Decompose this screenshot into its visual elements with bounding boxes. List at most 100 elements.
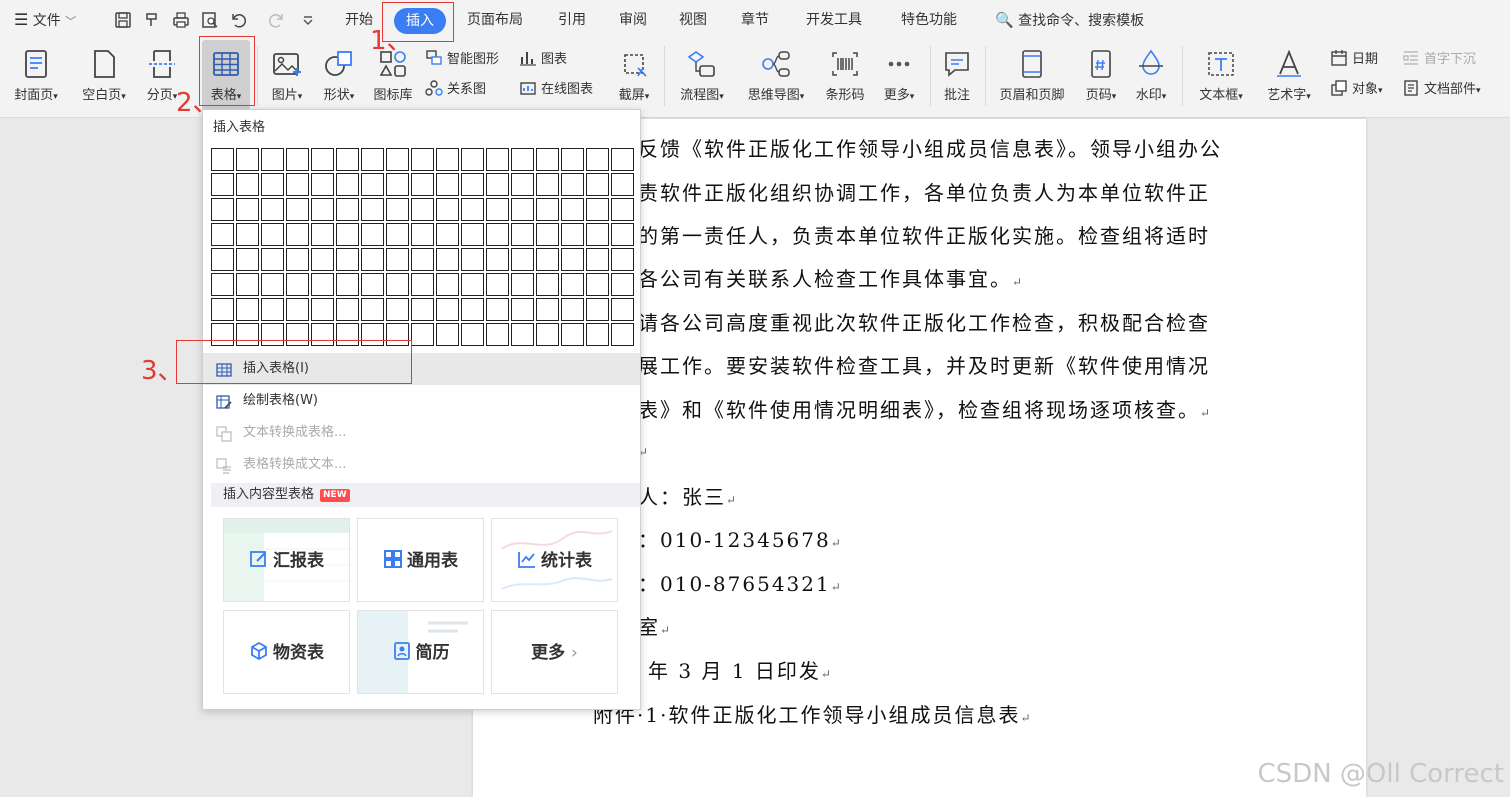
- general-table-card[interactable]: 通用表: [357, 518, 484, 602]
- redo-icon[interactable]: [266, 10, 286, 30]
- grid-cell[interactable]: [211, 248, 234, 271]
- grid-cell[interactable]: [436, 273, 459, 296]
- grid-cell[interactable]: [461, 273, 484, 296]
- grid-cell[interactable]: [311, 198, 334, 221]
- grid-cell[interactable]: [461, 248, 484, 271]
- text-box-button[interactable]: 文本框▾: [1190, 40, 1252, 110]
- watermark-button[interactable]: 水印▾: [1128, 40, 1174, 110]
- resume-card[interactable]: 简历: [357, 610, 484, 694]
- tab-view[interactable]: 视图: [679, 0, 707, 40]
- grid-cell[interactable]: [386, 223, 409, 246]
- grid-cell[interactable]: [461, 223, 484, 246]
- grid-cell[interactable]: [486, 323, 509, 346]
- grid-cell[interactable]: [561, 148, 584, 171]
- grid-cell[interactable]: [386, 173, 409, 196]
- grid-cell[interactable]: [561, 273, 584, 296]
- grid-cell[interactable]: [386, 273, 409, 296]
- grid-cell[interactable]: [386, 148, 409, 171]
- undo-icon[interactable]: [229, 10, 249, 30]
- grid-cell[interactable]: [511, 273, 534, 296]
- grid-cell[interactable]: [536, 148, 559, 171]
- grid-cell[interactable]: [286, 198, 309, 221]
- grid-cell[interactable]: [561, 298, 584, 321]
- grid-cell[interactable]: [511, 198, 534, 221]
- grid-cell[interactable]: [611, 223, 634, 246]
- document-parts-button[interactable]: 文档部件▾: [1402, 78, 1481, 102]
- grid-cell[interactable]: [436, 248, 459, 271]
- online-chart-button[interactable]: 在线图表: [519, 78, 593, 102]
- grid-cell[interactable]: [511, 223, 534, 246]
- grid-cell[interactable]: [336, 248, 359, 271]
- grid-cell[interactable]: [486, 198, 509, 221]
- grid-cell[interactable]: [211, 173, 234, 196]
- grid-cell[interactable]: [461, 198, 484, 221]
- save-icon[interactable]: [113, 10, 133, 30]
- grid-cell[interactable]: [286, 248, 309, 271]
- grid-cell[interactable]: [361, 198, 384, 221]
- grid-cell[interactable]: [211, 273, 234, 296]
- shape-button[interactable]: 形状▾: [316, 40, 362, 110]
- grid-cell[interactable]: [236, 173, 259, 196]
- cover-page-button[interactable]: 封面页▾: [6, 40, 66, 110]
- tab-developer[interactable]: 开发工具: [806, 0, 862, 40]
- grid-cell[interactable]: [411, 248, 434, 271]
- comment-button[interactable]: 批注: [936, 40, 978, 110]
- grid-cell[interactable]: [411, 148, 434, 171]
- grid-cell[interactable]: [261, 173, 284, 196]
- grid-cell[interactable]: [261, 273, 284, 296]
- grid-cell[interactable]: [336, 198, 359, 221]
- grid-cell[interactable]: [536, 323, 559, 346]
- grid-cell[interactable]: [236, 198, 259, 221]
- more-templates-card[interactable]: 更多 ›: [491, 610, 618, 694]
- grid-cell[interactable]: [386, 248, 409, 271]
- grid-cell[interactable]: [486, 273, 509, 296]
- grid-cell[interactable]: [561, 198, 584, 221]
- picture-button[interactable]: 图片▾: [264, 40, 310, 110]
- format-painter-icon[interactable]: [142, 10, 162, 30]
- grid-cell[interactable]: [336, 298, 359, 321]
- print-icon[interactable]: [171, 10, 191, 30]
- grid-cell[interactable]: [311, 173, 334, 196]
- grid-cell[interactable]: [236, 273, 259, 296]
- print-preview-icon[interactable]: [200, 10, 220, 30]
- grid-cell[interactable]: [436, 298, 459, 321]
- word-art-button[interactable]: 艺术字▾: [1258, 40, 1320, 110]
- grid-cell[interactable]: [461, 298, 484, 321]
- grid-cell[interactable]: [236, 248, 259, 271]
- grid-cell[interactable]: [511, 248, 534, 271]
- grid-cell[interactable]: [311, 298, 334, 321]
- grid-cell[interactable]: [361, 148, 384, 171]
- grid-cell[interactable]: [486, 173, 509, 196]
- grid-cell[interactable]: [536, 248, 559, 271]
- grid-cell[interactable]: [336, 148, 359, 171]
- grid-cell[interactable]: [611, 298, 634, 321]
- grid-cell[interactable]: [561, 173, 584, 196]
- grid-cell[interactable]: [311, 273, 334, 296]
- object-button[interactable]: 对象▾: [1330, 78, 1383, 102]
- grid-cell[interactable]: [611, 273, 634, 296]
- date-button[interactable]: 日期: [1330, 48, 1378, 72]
- text-to-table-item[interactable]: 文本转换成表格...: [203, 417, 640, 449]
- grid-cell[interactable]: [461, 148, 484, 171]
- grid-cell[interactable]: [261, 298, 284, 321]
- grid-cell[interactable]: [436, 148, 459, 171]
- more-button[interactable]: 更多▾: [876, 40, 922, 110]
- table-to-text-item[interactable]: 表格转换成文本...: [203, 449, 640, 481]
- grid-cell[interactable]: [586, 298, 609, 321]
- grid-cell[interactable]: [561, 323, 584, 346]
- grid-cell[interactable]: [236, 223, 259, 246]
- grid-cell[interactable]: [511, 323, 534, 346]
- relation-graph-button[interactable]: 关系图: [425, 78, 486, 102]
- page-number-button[interactable]: 页码▾: [1078, 40, 1124, 110]
- grid-cell[interactable]: [211, 298, 234, 321]
- draw-table-item[interactable]: 绘制表格(W): [203, 385, 640, 417]
- grid-cell[interactable]: [586, 148, 609, 171]
- grid-cell[interactable]: [211, 198, 234, 221]
- grid-cell[interactable]: [561, 223, 584, 246]
- grid-cell[interactable]: [611, 248, 634, 271]
- grid-cell[interactable]: [211, 223, 234, 246]
- grid-cell[interactable]: [386, 298, 409, 321]
- flowchart-button[interactable]: 流程图▾: [672, 40, 732, 110]
- grid-cell[interactable]: [361, 248, 384, 271]
- grid-cell[interactable]: [261, 248, 284, 271]
